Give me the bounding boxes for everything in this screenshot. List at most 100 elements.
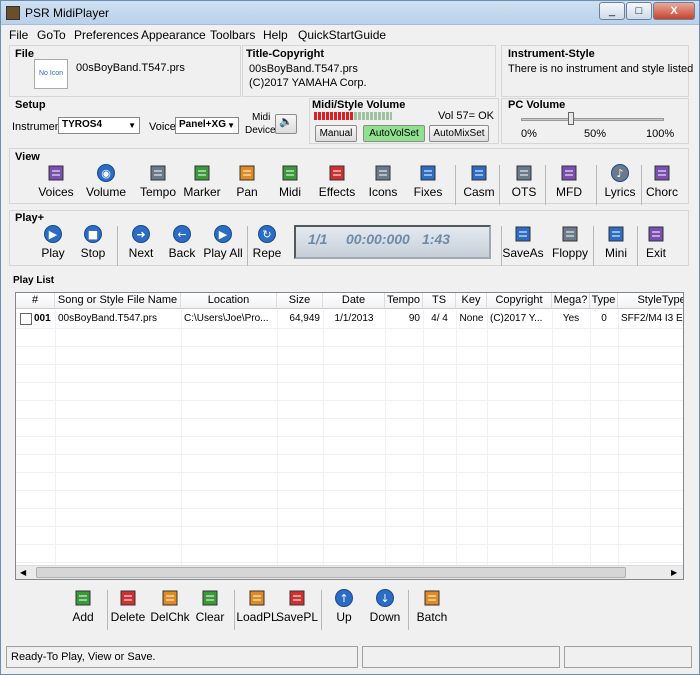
bottom-savepl-button[interactable]: SavePL — [272, 588, 322, 624]
view-tempo-button[interactable]: Tempo — [133, 163, 183, 199]
automixset-button[interactable]: AutoMixSet — [429, 125, 489, 142]
view-voices-label: Voices — [38, 185, 74, 199]
scroll-left-icon[interactable]: ◀ — [20, 568, 26, 577]
menu-help[interactable]: Help — [263, 28, 288, 42]
manual-button[interactable]: Manual — [315, 125, 357, 142]
svg-text:↓: ↓ — [380, 592, 389, 605]
view-chorc-button[interactable]: Chorc — [637, 163, 687, 199]
maximize-button[interactable]: □ — [626, 2, 652, 20]
view-midi-button[interactable]: Midi — [265, 163, 315, 199]
column-header-ts[interactable]: TS — [423, 293, 456, 309]
bottom-delete-icon — [118, 588, 138, 608]
pc-volume-slider[interactable] — [568, 112, 575, 125]
column-divider — [618, 310, 619, 565]
play-stop-button[interactable]: ■ Stop — [68, 224, 118, 260]
autovolset-button[interactable]: AutoVolSet — [363, 125, 425, 142]
close-button[interactable]: X — [653, 2, 695, 20]
view-effects-button[interactable]: Effects — [312, 163, 362, 199]
table-cell: 0 — [601, 313, 607, 324]
play-exit-button[interactable]: Exit — [631, 224, 681, 260]
view-mfd-button[interactable]: MFD — [544, 163, 594, 199]
row-checkbox[interactable] — [20, 313, 32, 325]
speaker-icon[interactable]: 🔈 — [275, 114, 297, 134]
column-divider — [423, 310, 424, 565]
column-divider — [590, 310, 591, 565]
toolbar-separator — [501, 226, 502, 266]
pc-volume-track[interactable] — [521, 118, 664, 121]
row-divider — [16, 382, 683, 383]
view-voices-button[interactable]: Voices — [31, 163, 81, 199]
instrument-select[interactable]: TYROS4 ▼ — [58, 117, 140, 134]
minimize-button[interactable]: _ — [599, 2, 625, 20]
menu-toolbars[interactable]: Toolbars — [210, 28, 255, 42]
column-header-type[interactable]: Type — [590, 293, 618, 309]
column-divider — [456, 310, 457, 565]
play-saveas-label: SaveAs — [502, 246, 544, 260]
view-casm-icon — [469, 163, 489, 183]
column-header-mega[interactable]: Mega? — [552, 293, 590, 309]
row-divider — [16, 364, 683, 365]
menu-goto[interactable]: GoTo — [37, 28, 66, 42]
view-mfd-icon — [559, 163, 579, 183]
play-saveas-icon — [513, 224, 533, 244]
file-name: 00sBoyBand.T547.prs — [76, 62, 185, 74]
view-marker-icon — [192, 163, 212, 183]
view-volume-button[interactable]: ◉ Volume — [81, 163, 131, 199]
column-divider — [55, 310, 56, 565]
bottom-up-icon: ↑ — [334, 588, 354, 608]
row-divider — [16, 562, 683, 563]
copyright-line: (C)2017 YAMAHA Corp. — [249, 77, 367, 89]
menu-file[interactable]: File — [9, 28, 28, 42]
column-header-size[interactable]: Size — [277, 293, 323, 309]
play-repe-button[interactable]: ↻ Repe — [242, 224, 292, 260]
bottom-add-button[interactable]: Add — [58, 588, 108, 624]
column-header-tempo[interactable]: Tempo — [385, 293, 423, 309]
view-fixes-button[interactable]: Fixes — [403, 163, 453, 199]
view-casm-button[interactable]: Casm — [454, 163, 504, 199]
bottom-batch-button[interactable]: Batch — [407, 588, 457, 624]
row-divider — [16, 328, 683, 329]
setup-label: Setup — [15, 99, 46, 111]
column-header-song-or-style-file-name[interactable]: Song or Style File Name — [55, 293, 181, 309]
toolbar-separator — [234, 590, 235, 630]
voice-select[interactable]: Panel+XG ▼ — [175, 117, 239, 134]
bottom-clear-icon — [200, 588, 220, 608]
menu-quickstartguide[interactable]: QuickStartGuide — [298, 28, 386, 42]
play-play-all-label: Play All — [203, 246, 243, 260]
scroll-right-icon[interactable]: ▶ — [671, 568, 677, 577]
view-tempo-label: Tempo — [139, 185, 177, 199]
view-mfd-label: MFD — [556, 185, 582, 199]
column-header-styletype-f[interactable]: StyleType/F — [618, 293, 683, 309]
table-cell: (C)2017 Y... — [490, 313, 543, 324]
svg-text:♪: ♪ — [616, 167, 623, 180]
pc-volume-max: 100% — [646, 128, 675, 140]
horizontal-scrollbar[interactable]: ◀ ▶ — [16, 565, 683, 579]
column-header-[interactable]: # — [16, 293, 55, 309]
column-header-key[interactable]: Key — [456, 293, 487, 309]
menu-bar: File GoTo Preferences Appearance Toolbar… — [1, 26, 699, 44]
bottom-down-button[interactable]: ↓ Down — [360, 588, 410, 624]
column-header-copyright[interactable]: Copyright — [487, 293, 552, 309]
scroll-thumb[interactable] — [36, 567, 626, 578]
play-floppy-button[interactable]: Floppy — [545, 224, 595, 260]
table-cell: 1/1/2013 — [334, 313, 374, 324]
playlist-label: Play List — [13, 275, 55, 286]
play-floppy-icon — [560, 224, 580, 244]
view-chorc-label: Chorc — [645, 185, 678, 199]
bottom-loadpl-icon — [247, 588, 267, 608]
play-saveas-button[interactable]: SaveAs — [498, 224, 548, 260]
column-header-date[interactable]: Date — [323, 293, 385, 309]
column-header-location[interactable]: Location — [181, 293, 277, 309]
toolbar-separator — [455, 165, 456, 205]
playlist-table[interactable]: # Song or Style File Name Location Size Date… — [15, 292, 684, 580]
view-ots-button[interactable]: OTS — [499, 163, 549, 199]
menu-appearance[interactable]: Appearance — [141, 28, 206, 42]
view-icons-button[interactable]: Icons — [358, 163, 408, 199]
svg-text:↑: ↑ — [339, 592, 348, 605]
bottom-batch-label: Batch — [416, 610, 448, 624]
view-marker-button[interactable]: Marker — [177, 163, 227, 199]
play-play-all-button[interactable]: ▶ Play All — [198, 224, 248, 260]
menu-preferences[interactable]: Preferences — [74, 28, 139, 42]
bottom-clear-button[interactable]: Clear — [185, 588, 235, 624]
view-ots-icon — [514, 163, 534, 183]
